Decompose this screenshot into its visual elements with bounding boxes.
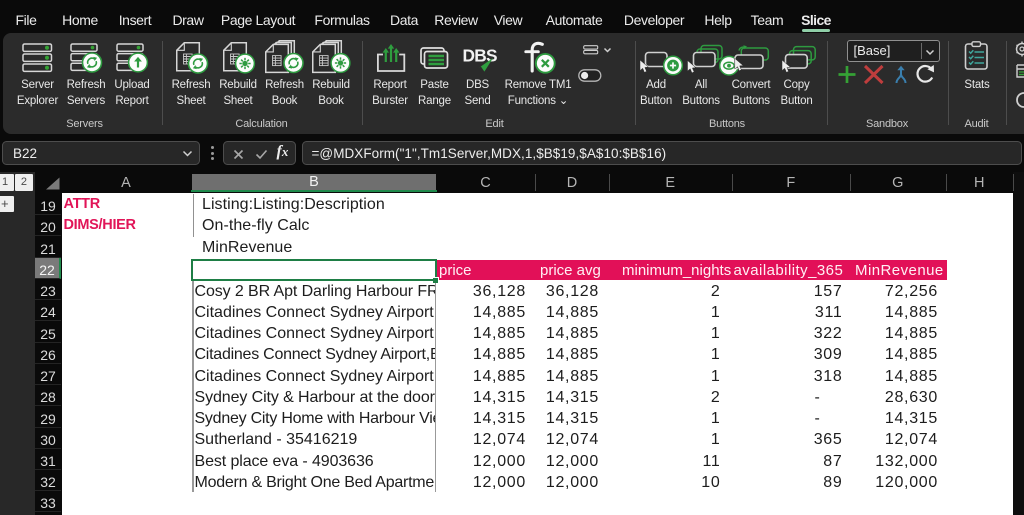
- svg-text:DBS: DBS: [463, 46, 498, 66]
